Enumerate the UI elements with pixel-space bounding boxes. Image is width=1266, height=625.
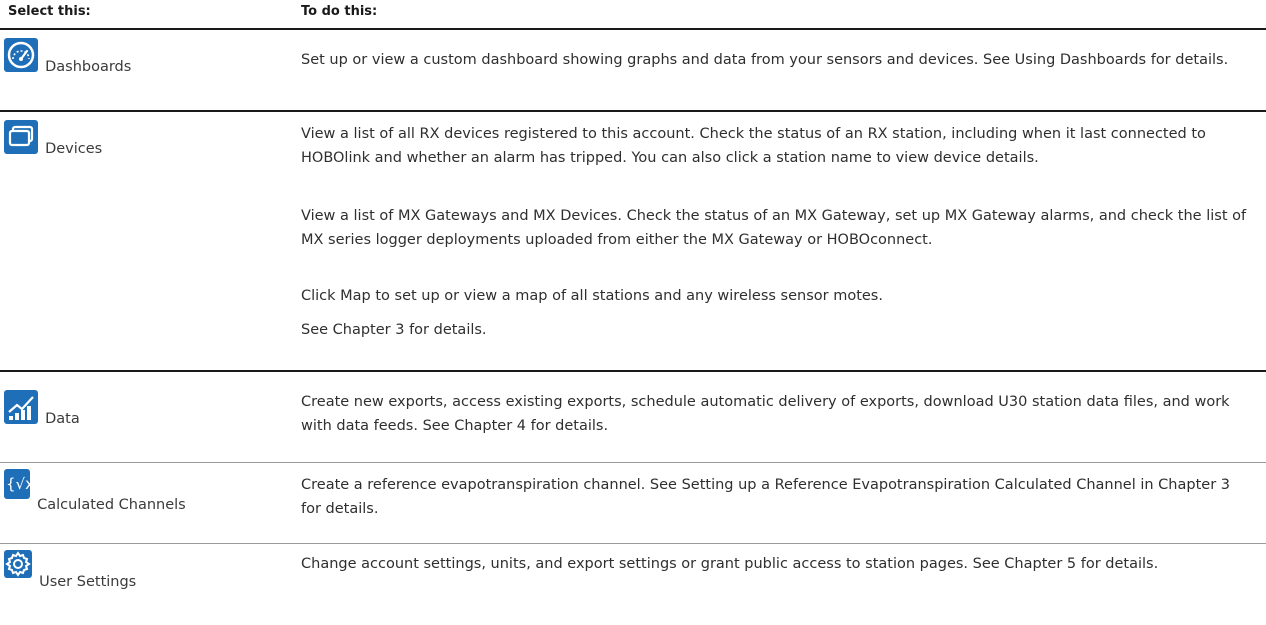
table-row-devices: Devices View a list of all RX devices re… bbox=[0, 112, 1266, 372]
description-text: Create new exports, access existing expo… bbox=[301, 394, 1230, 434]
select-label: Dashboards bbox=[45, 59, 132, 75]
header-to-do-this: To do this: bbox=[301, 4, 378, 19]
calculated-channel-sqrt-icon: {√x bbox=[4, 469, 30, 499]
data-chart-icon bbox=[4, 390, 38, 424]
select-label: Data bbox=[45, 411, 80, 427]
select-label: User Settings bbox=[39, 574, 137, 590]
header-select-this: Select this: bbox=[8, 4, 91, 19]
table-row-data: Data Create new exports, access existing… bbox=[0, 372, 1266, 463]
description-cell: Create new exports, access existing expo… bbox=[301, 390, 1251, 438]
description-text: See Chapter 3 for details. bbox=[301, 322, 487, 338]
devices-stack-icon bbox=[4, 120, 38, 154]
description-cell: Change account settings, units, and expo… bbox=[301, 552, 1251, 576]
description-cell: Set up or view a custom dashboard showin… bbox=[301, 48, 1251, 72]
dashboard-gauge-icon bbox=[4, 38, 38, 72]
select-cell-calculated-channels[interactable]: {√x Calculated Channels bbox=[4, 469, 289, 513]
description-text: Set up or view a custom dashboard showin… bbox=[301, 52, 1229, 68]
table-row-calculated-channels: {√x Calculated Channels Create a referen… bbox=[0, 463, 1266, 544]
select-label: Devices bbox=[45, 141, 103, 157]
select-cell-user-settings[interactable]: User Settings bbox=[4, 550, 289, 590]
description-text: Create a reference evapotranspiration ch… bbox=[301, 477, 1230, 517]
svg-text:{√x: {√x bbox=[6, 475, 30, 493]
select-label: Calculated Channels bbox=[37, 497, 186, 513]
select-cell-devices[interactable]: Devices bbox=[4, 120, 289, 157]
table-header: Select this: To do this: bbox=[0, 0, 1266, 30]
description-cell: Create a reference evapotranspiration ch… bbox=[301, 473, 1251, 521]
description-text: View a list of all RX devices registered… bbox=[301, 126, 1206, 166]
feature-table: Select this: To do this: Dashboards Set … bbox=[0, 0, 1266, 625]
description-cell: View a list of all RX devices registered… bbox=[301, 122, 1251, 342]
settings-gear-icon bbox=[4, 550, 32, 578]
table-row-dashboards: Dashboards Set up or view a custom dashb… bbox=[0, 30, 1266, 112]
select-cell-data[interactable]: Data bbox=[4, 390, 289, 427]
table-row-user-settings: User Settings Change account settings, u… bbox=[0, 544, 1266, 624]
description-text: View a list of MX Gateways and MX Device… bbox=[301, 208, 1247, 248]
description-text: Change account settings, units, and expo… bbox=[301, 556, 1159, 572]
description-text: Click Map to set up or view a map of all… bbox=[301, 288, 883, 304]
select-cell-dashboards[interactable]: Dashboards bbox=[4, 38, 289, 75]
